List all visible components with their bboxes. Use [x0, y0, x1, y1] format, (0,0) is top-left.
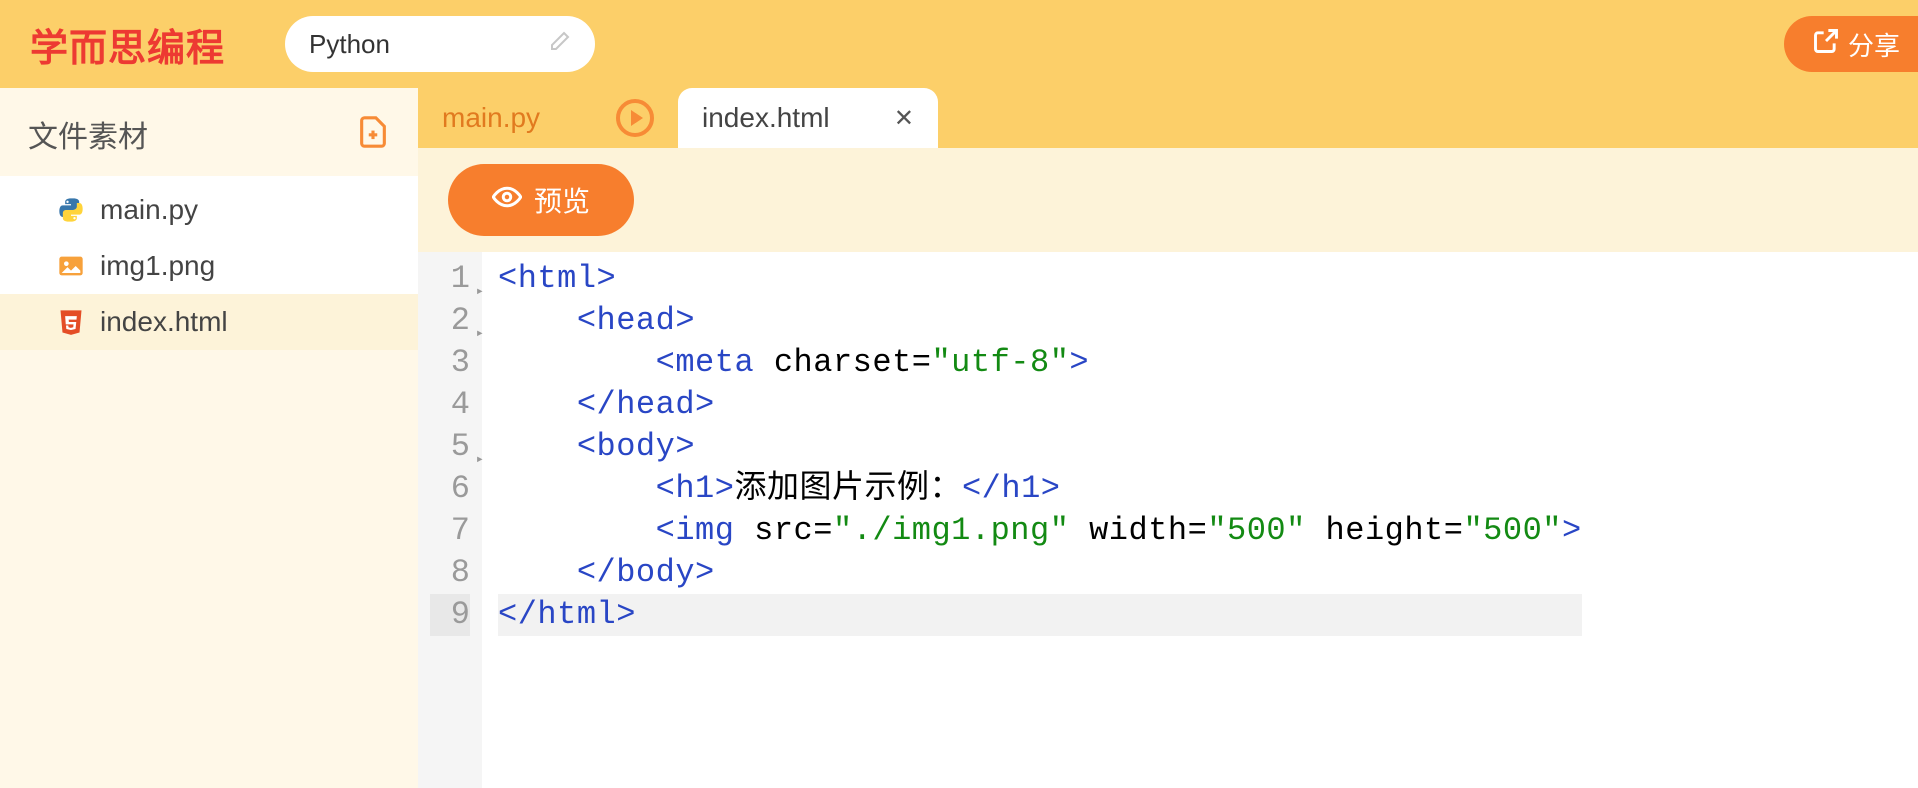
share-button[interactable]: 分享: [1784, 16, 1918, 72]
eye-icon: [492, 182, 522, 219]
python-file-icon: [56, 195, 86, 225]
sidebar-header: 文件素材: [0, 88, 418, 176]
project-name-input[interactable]: Python: [285, 16, 595, 72]
sidebar-title: 文件素材: [28, 112, 148, 156]
html-file-icon: [56, 307, 86, 337]
close-icon[interactable]: ✕: [894, 104, 914, 133]
code-editor[interactable]: 123456789 <html> <head> <meta charset="u…: [418, 252, 1918, 788]
run-icon[interactable]: [616, 99, 654, 137]
tab-index-html[interactable]: index.html ✕: [678, 88, 938, 148]
file-name: img1.png: [100, 250, 215, 282]
file-item-main-py[interactable]: main.py: [0, 182, 418, 238]
add-file-icon[interactable]: [356, 115, 390, 154]
file-name: index.html: [100, 306, 228, 338]
tab-main-py[interactable]: main.py: [418, 88, 678, 148]
file-item-index-html[interactable]: index.html: [0, 294, 418, 350]
tab-bar: main.py index.html ✕: [418, 88, 1918, 148]
share-icon: [1812, 27, 1840, 62]
toolbar: 预览: [418, 148, 1918, 252]
editor-area: main.py index.html ✕ 预览 123456789 <html> <…: [418, 88, 1918, 788]
project-name-text: Python: [309, 29, 390, 60]
pencil-icon[interactable]: [547, 30, 571, 59]
file-name: main.py: [100, 194, 198, 226]
tab-label: index.html: [702, 102, 830, 134]
tab-label: main.py: [442, 102, 540, 134]
logo: 学而思编程: [30, 17, 225, 72]
file-item-img1-png[interactable]: img1.png: [0, 238, 418, 294]
sidebar: 文件素材 main.py img1.png index.html: [0, 88, 418, 788]
file-list: main.py img1.png index.html: [0, 176, 418, 350]
share-label: 分享: [1848, 26, 1900, 63]
preview-button[interactable]: 预览: [448, 164, 634, 236]
preview-label: 预览: [534, 180, 590, 220]
code-content[interactable]: <html> <head> <meta charset="utf-8"> </h…: [482, 252, 1582, 788]
main: 文件素材 main.py img1.png index.html main.py in…: [0, 88, 1918, 788]
line-gutter: 123456789: [418, 252, 482, 788]
image-file-icon: [56, 251, 86, 281]
header: 学而思编程 Python 分享: [0, 0, 1918, 88]
